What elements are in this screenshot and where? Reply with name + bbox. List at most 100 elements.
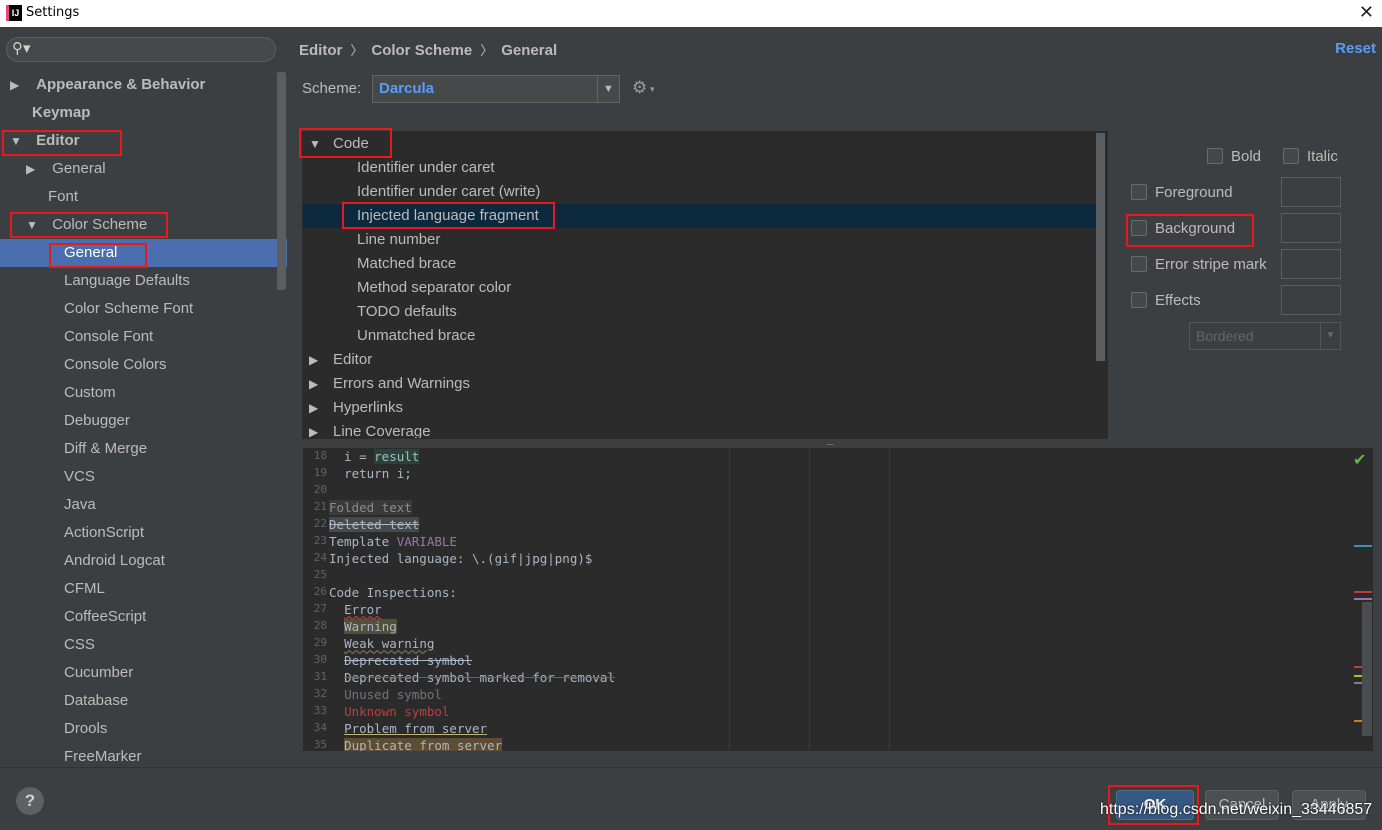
chevron-down-icon[interactable]: ▼	[1320, 323, 1340, 349]
tree-node[interactable]: Identifier under caret	[303, 156, 1103, 180]
line-number: 28	[313, 619, 327, 632]
sidebar-item-android-logcat[interactable]: Android Logcat	[0, 547, 287, 575]
sidebar-item-color-scheme-font[interactable]: Color Scheme Font	[0, 295, 287, 323]
scheme-value: Darcula	[379, 80, 435, 97]
expand-arrow-icon[interactable]: ▶	[309, 420, 323, 438]
checkbox[interactable]	[1283, 148, 1299, 164]
effects-type-dropdown[interactable]: Bordered ▼	[1189, 322, 1341, 350]
sidebar-item-coffeescript[interactable]: CoffeeScript	[0, 603, 287, 631]
window-title: Settings	[26, 5, 80, 20]
sidebar-item-debugger[interactable]: Debugger	[0, 407, 287, 435]
checkbox[interactable]	[1131, 256, 1147, 272]
sidebar-item-console-font[interactable]: Console Font	[0, 323, 287, 351]
sidebar-item-actionscript[interactable]: ActionScript	[0, 519, 287, 547]
tree-scrollbar[interactable]	[1096, 133, 1105, 361]
tree-node-line-coverage[interactable]: ▶ Line Coverage	[303, 420, 1103, 439]
sidebar-item-label: FreeMarker	[64, 748, 142, 765]
italic-checkbox[interactable]: Italic	[1283, 147, 1338, 167]
expand-arrow-icon[interactable]: ▶	[309, 396, 323, 420]
sidebar-item-database[interactable]: Database	[0, 687, 287, 715]
code-line: Duplicate from server	[344, 738, 503, 751]
foreground-checkbox[interactable]: Foreground	[1131, 183, 1233, 203]
sidebar-item-custom[interactable]: Custom	[0, 379, 287, 407]
tree-node-label: Hyperlinks	[333, 399, 404, 416]
tree-node[interactable]: Matched brace	[303, 252, 1103, 276]
line-number: 33	[313, 704, 327, 717]
chevron-down-icon[interactable]: ▼	[597, 76, 619, 102]
tree-node[interactable]: TODO defaults	[303, 300, 1103, 324]
close-icon[interactable]: ✕	[1359, 2, 1374, 23]
sidebar-item-keymap[interactable]: Keymap	[0, 99, 287, 127]
breadcrumb-item[interactable]: Editor	[299, 42, 342, 59]
sidebar-item-label: Debugger	[64, 412, 130, 429]
sidebar-item-drools[interactable]: Drools	[0, 715, 287, 743]
sidebar-item-language-defaults[interactable]: Language Defaults	[0, 267, 287, 295]
sidebar-item-console-colors[interactable]: Console Colors	[0, 351, 287, 379]
foreground-color-swatch[interactable]	[1281, 177, 1341, 207]
tree-node[interactable]: Method separator color	[303, 276, 1103, 300]
tree-node[interactable]: Unmatched brace	[303, 324, 1103, 348]
sidebar-item-appearance[interactable]: ▶ Appearance & Behavior	[0, 71, 287, 99]
line-number: 24	[313, 551, 327, 564]
sidebar-item-css[interactable]: CSS	[0, 631, 287, 659]
search-input[interactable]: ⚲▾	[6, 37, 276, 62]
tree-node-label: Line Coverage	[333, 423, 431, 439]
error-stripe-label: Error stripe mark	[1155, 256, 1267, 273]
editor-preview[interactable]: 18 i = result 19 return i; 20 21 Folded text…	[303, 448, 1373, 751]
checkbox[interactable]	[1207, 148, 1223, 164]
expand-arrow-icon[interactable]: ▶	[26, 155, 40, 183]
inspection-ok-icon: ✔	[1353, 452, 1367, 469]
effects-checkbox[interactable]: Effects	[1131, 291, 1201, 311]
checkbox[interactable]	[1131, 184, 1147, 200]
gear-dropdown-icon[interactable]: ▾	[650, 84, 655, 95]
sidebar-item-font[interactable]: Font	[0, 183, 287, 211]
breadcrumb-item[interactable]: Color Scheme	[371, 42, 472, 59]
sidebar-item-freemarker[interactable]: FreeMarker	[0, 743, 287, 767]
editor-scrollbar[interactable]	[1362, 602, 1372, 736]
tree-node-code[interactable]: ▼ Code	[303, 132, 1103, 156]
sidebar-item-label: Diff & Merge	[64, 440, 148, 457]
sidebar-item-label: CFML	[64, 580, 105, 597]
line-number: 22	[313, 517, 327, 530]
gear-icon[interactable]: ⚙	[632, 78, 647, 98]
reset-link[interactable]: Reset	[1335, 40, 1376, 57]
code-line: i = result	[329, 449, 420, 464]
error-stripe-color-swatch[interactable]	[1281, 249, 1341, 279]
expand-arrow-icon[interactable]: ▶	[309, 348, 323, 372]
sidebar-item-editor-general[interactable]: ▶ General	[0, 155, 287, 183]
line-number: 25	[313, 568, 327, 581]
tree-node-editor[interactable]: ▶ Editor	[303, 348, 1103, 372]
effects-label: Effects	[1155, 292, 1201, 309]
sidebar-item-java[interactable]: Java	[0, 491, 287, 519]
sidebar-item-diff-merge[interactable]: Diff & Merge	[0, 435, 287, 463]
scheme-dropdown[interactable]: Darcula ▼	[372, 75, 620, 103]
sidebar-item-label: Custom	[64, 384, 116, 401]
help-button[interactable]: ?	[16, 787, 44, 815]
tree-node-label: Editor	[333, 351, 373, 368]
background-color-swatch[interactable]	[1281, 213, 1341, 243]
tree-node[interactable]: Identifier under caret (write)	[303, 180, 1103, 204]
sidebar-item-label: Drools	[64, 720, 108, 737]
search-icon: ⚲▾	[12, 40, 31, 57]
tree-node-label: Errors and Warnings	[333, 375, 470, 392]
tree-node[interactable]: Line number	[303, 228, 1103, 252]
expand-arrow-icon[interactable]: ▶	[10, 71, 24, 99]
tree-node-errors-warnings[interactable]: ▶ Errors and Warnings	[303, 372, 1103, 396]
tree-node-hyperlinks[interactable]: ▶ Hyperlinks	[303, 396, 1103, 420]
effects-color-swatch[interactable]	[1281, 285, 1341, 315]
sidebar-scrollbar[interactable]	[277, 72, 286, 290]
error-stripe-checkbox[interactable]: Error stripe mark	[1131, 255, 1267, 275]
expand-arrow-icon[interactable]: ▶	[309, 372, 323, 396]
scheme-label: Scheme:	[302, 80, 362, 97]
code-line: Deprecated symbol marked for removal	[344, 670, 615, 685]
sidebar-item-label: CoffeeScript	[64, 608, 147, 625]
sidebar-item-cucumber[interactable]: Cucumber	[0, 659, 287, 687]
checkbox[interactable]	[1131, 292, 1147, 308]
bold-checkbox[interactable]: Bold	[1207, 147, 1261, 167]
sidebar-item-cfml[interactable]: CFML	[0, 575, 287, 603]
sidebar-item-vcs[interactable]: VCS	[0, 463, 287, 491]
tree-node-label: Identifier under caret (write)	[357, 183, 541, 200]
effects-type-value: Bordered	[1196, 328, 1254, 344]
line-number: 30	[313, 653, 327, 666]
sidebar-item-label: Language Defaults	[64, 272, 190, 289]
